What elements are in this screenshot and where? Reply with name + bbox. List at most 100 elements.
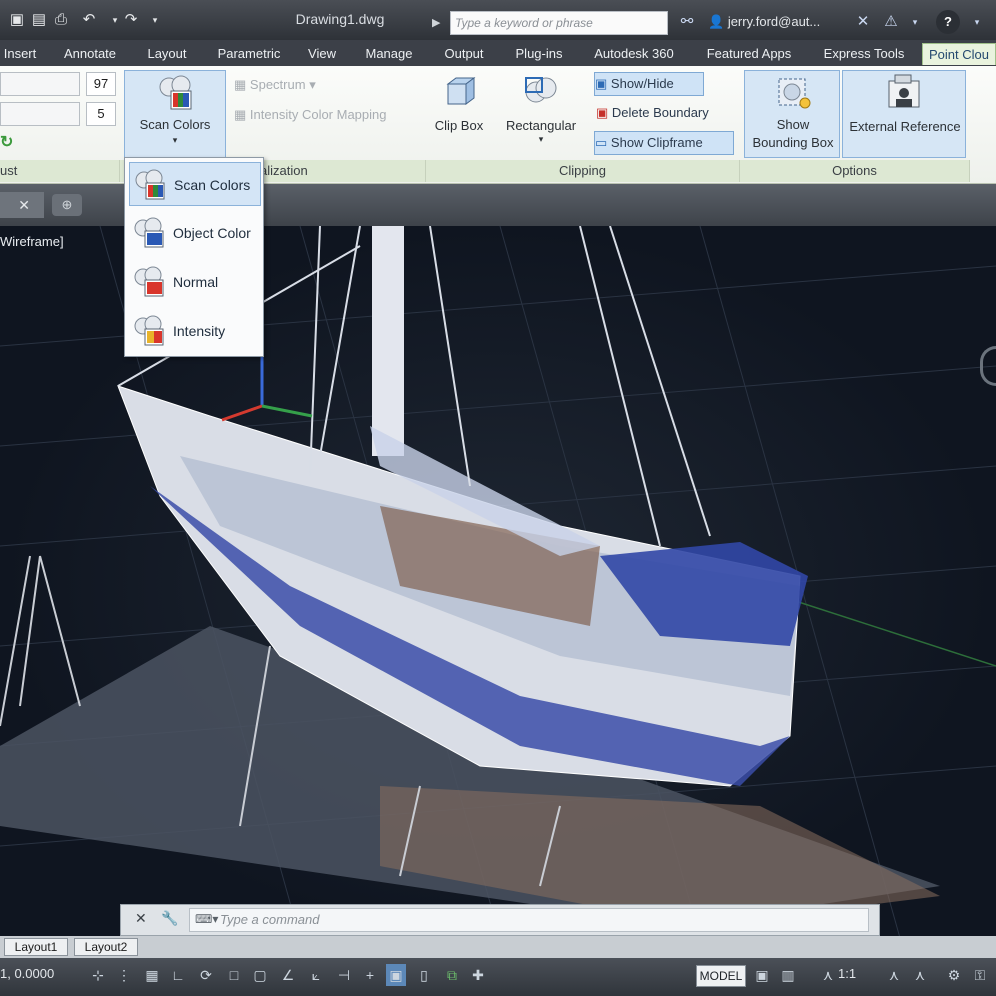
menu-item-intensity[interactable]: Intensity (129, 309, 261, 353)
lineweight-icon[interactable]: + (360, 964, 380, 986)
clipping-panel-title: Clipping (426, 160, 740, 182)
undo-icon[interactable]: ↶ (78, 9, 100, 31)
quick-properties-icon[interactable]: ▯ (414, 964, 434, 986)
external-reference-button[interactable]: External Reference (842, 70, 966, 158)
selection-cycling-icon[interactable]: ⧉ (442, 964, 462, 986)
quick-view-drawings-icon[interactable]: ▥ (778, 964, 798, 986)
tab-plug-ins[interactable]: Plug-ins (504, 43, 574, 65)
menu-item-scan-colors[interactable]: Scan Colors (129, 162, 261, 206)
delete-boundary-label: Delete Boundary (611, 105, 709, 120)
object-snap-icon[interactable]: □ (224, 964, 244, 986)
exchange-icon[interactable]: ✕ (852, 10, 874, 34)
print-icon[interactable]: ⎙ (50, 9, 72, 31)
command-input[interactable]: Type a command (189, 908, 869, 932)
tab-autodesk-360[interactable]: Autodesk 360 (584, 43, 684, 65)
customize-wrench-icon[interactable]: 🔧 (161, 910, 181, 930)
model-space-button[interactable]: MODEL (696, 965, 746, 987)
redo-icon[interactable]: ↷ (120, 9, 142, 31)
menu-item-label: Object Color (173, 225, 251, 241)
annotation-monitor-icon[interactable]: ✚ (468, 964, 488, 986)
rectangular-button[interactable]: Rectangular ▾ (496, 70, 586, 156)
tab-insert[interactable]: Insert (0, 43, 40, 65)
adjust-slider-bottom[interactable] (0, 102, 80, 126)
scan-colors-dropdown-icon: ▾ (172, 135, 178, 145)
external-reference-icon (888, 74, 920, 108)
ucs-x-axis (221, 404, 263, 422)
intensity-color-mapping-button[interactable]: ▦ Intensity Color Mapping (234, 104, 424, 126)
tab-express-tools[interactable]: Express Tools (814, 43, 914, 65)
tab-parametric[interactable]: Parametric (206, 43, 292, 65)
show-clipframe-button[interactable]: ▭ Show Clipframe (594, 131, 734, 155)
adjust-value-top[interactable]: 97 (86, 72, 116, 96)
lock-icon[interactable]: ⚿ (970, 964, 990, 986)
external-reference-label: External Reference (849, 119, 961, 134)
annotation-visibility-icon[interactable]: ⋏ (884, 964, 904, 986)
rectangular-dropdown-icon: ▾ (538, 134, 544, 144)
object-color-icon (134, 217, 164, 248)
spectrum-icon: ▦ (234, 77, 247, 92)
search-expand-icon[interactable]: ▶ (432, 12, 446, 34)
tab-layout[interactable]: Layout (138, 43, 196, 65)
transparency-icon[interactable]: ▣ (386, 964, 406, 986)
binoculars-icon[interactable]: ⚯ (676, 10, 698, 34)
tab-point-cloud[interactable]: Point Clou (922, 43, 996, 65)
mast (372, 226, 404, 456)
tab-layout2[interactable]: Layout2 (74, 938, 138, 956)
rectangular-label: Rectangular (505, 118, 577, 133)
show-clipframe-icon: ▭ (595, 135, 608, 150)
scan-colors-button[interactable]: Scan Colors ▾ (124, 70, 226, 158)
dynamic-input-icon[interactable]: ⊣ (334, 964, 354, 986)
show-hide-label: Show/Hide (610, 76, 674, 91)
show-bounding-box-label-2: Bounding Box (752, 135, 834, 150)
adjust-value-bottom[interactable]: 5 (86, 102, 116, 126)
menu-item-normal[interactable]: Normal (129, 260, 261, 304)
help-button[interactable]: ? (936, 10, 960, 34)
ortho-mode-icon[interactable]: ∟ (168, 964, 188, 986)
close-tab-icon[interactable]: ✕ (0, 192, 44, 218)
close-command-icon[interactable]: ✕ (135, 910, 155, 930)
polar-tracking-icon[interactable]: ⟳ (196, 964, 216, 986)
scan-colors-label: Scan Colors (139, 117, 211, 132)
scan-colors-icon (159, 75, 192, 110)
autoscale-icon[interactable]: ⋏ (910, 964, 930, 986)
help-dropdown-icon[interactable]: ▾ (966, 10, 988, 34)
show-bounding-box-button[interactable]: Show Bounding Box (744, 70, 840, 158)
network-icon[interactable]: ⚠ (880, 10, 902, 34)
spectrum-dropdown[interactable]: ▦ Spectrum ▾ (234, 74, 424, 96)
new-tab-icon[interactable]: ⊕ (52, 194, 82, 216)
delete-boundary-icon: ▣ (596, 105, 609, 120)
show-bounding-box-label-1: Show (776, 117, 810, 132)
tab-view[interactable]: View (300, 43, 344, 65)
object-snap-tracking-icon[interactable]: ∠ (278, 964, 298, 986)
scan-colors-menu-icon (135, 169, 165, 200)
3d-object-snap-icon[interactable]: ▢ (250, 964, 270, 986)
snap-mode-icon[interactable]: ⋮ (114, 964, 134, 986)
user-account[interactable]: 👤 jerry.ford@aut... (708, 10, 848, 34)
refresh-icon[interactable]: ↻ (0, 132, 16, 154)
tab-layout1[interactable]: Layout1 (4, 938, 68, 956)
annotation-scale[interactable]: 1:1 (838, 966, 856, 981)
tab-annotate[interactable]: Annotate (52, 43, 128, 65)
viewport-style-label[interactable]: Wireframe] (0, 234, 64, 249)
ucs-y-axis (261, 404, 313, 418)
redo-dropdown-icon[interactable]: ▾ (144, 9, 166, 31)
normal-icon (134, 266, 164, 297)
delete-boundary-button[interactable]: ▣ Delete Boundary (596, 102, 736, 126)
search-input[interactable]: Type a keyword or phrase (450, 11, 668, 35)
tab-manage[interactable]: Manage (356, 43, 422, 65)
infer-constraints-icon[interactable]: ⊹ (88, 964, 108, 986)
open-icon[interactable]: ▣ (6, 9, 28, 31)
tab-output[interactable]: Output (434, 43, 494, 65)
scan-colors-menu: Scan Colors Object Color Normal Intensit… (124, 157, 264, 357)
tab-featured-apps[interactable]: Featured Apps (694, 43, 804, 65)
clip-box-button[interactable]: Clip Box (430, 70, 488, 156)
save-icon[interactable]: ▤ (28, 9, 50, 31)
quick-view-layouts-icon[interactable]: ▣ (752, 964, 772, 986)
grid-display-icon[interactable]: ▦ (142, 964, 162, 986)
network-dropdown-icon[interactable]: ▾ (904, 10, 926, 34)
workspace-switching-icon[interactable]: ⚙ (944, 964, 964, 986)
menu-item-object-color[interactable]: Object Color (129, 211, 261, 255)
adjust-slider-top[interactable] (0, 72, 80, 96)
dynamic-ucs-icon[interactable]: ⟀ (306, 964, 326, 986)
show-hide-button[interactable]: ▣ Show/Hide (594, 72, 704, 96)
